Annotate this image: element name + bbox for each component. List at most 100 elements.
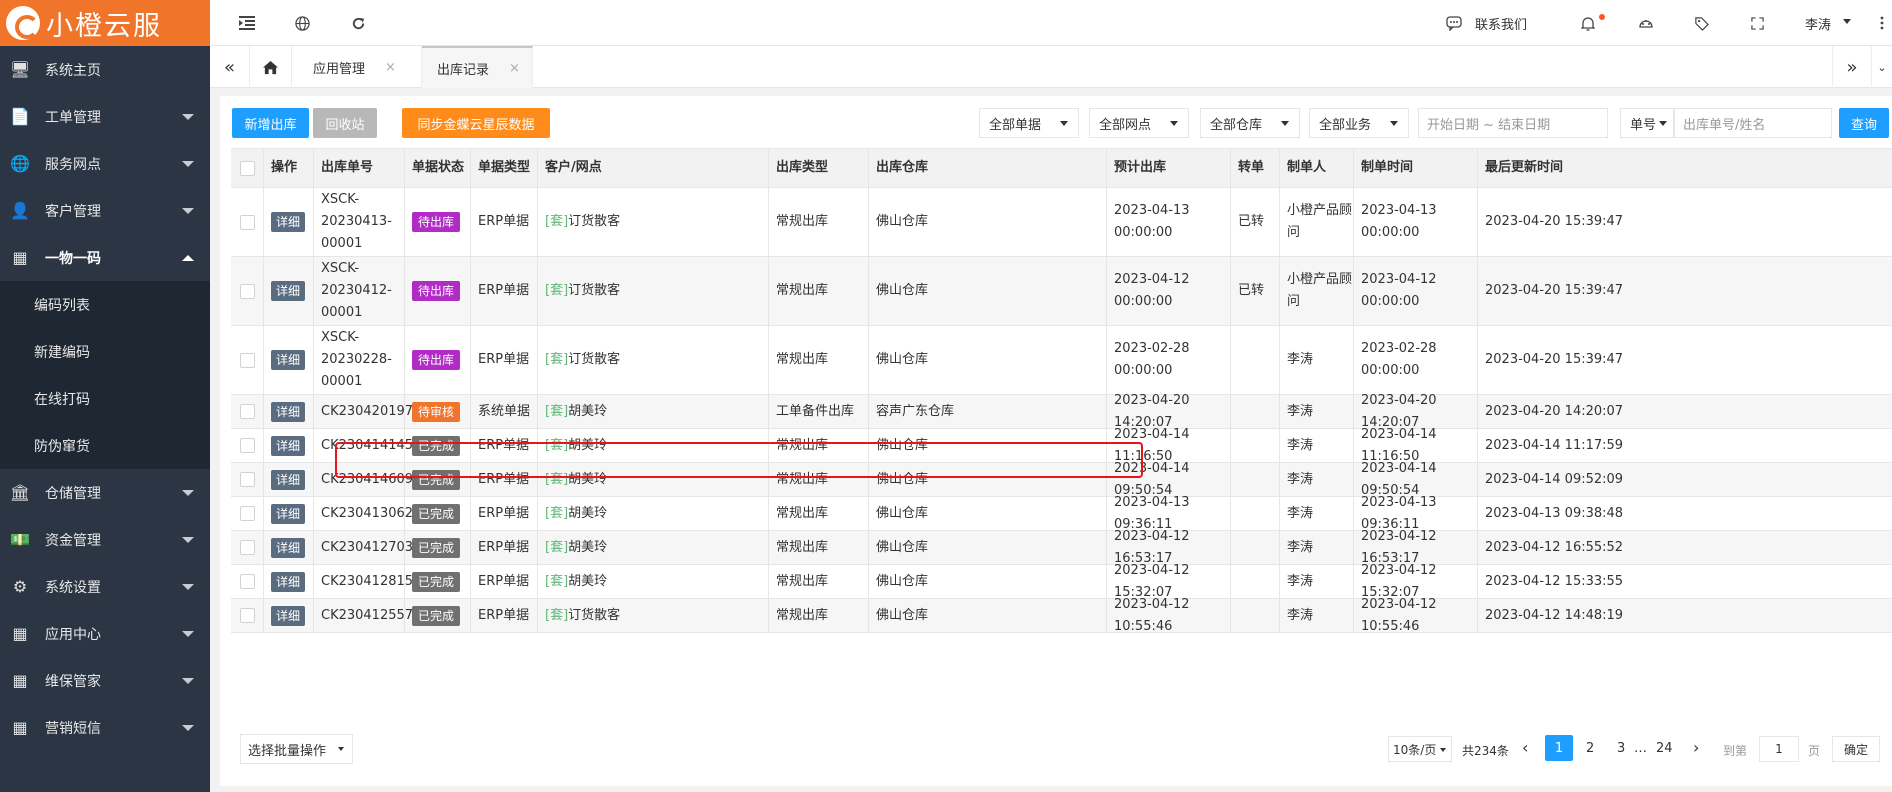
select-all-checkbox[interactable] <box>239 160 255 176</box>
page-button-2[interactable]: 2 <box>1586 741 1594 756</box>
row-checkbox[interactable] <box>239 404 255 419</box>
sidebar-item[interactable]: ▦ 营销短信 <box>0 704 210 751</box>
query-button[interactable]: 查询 <box>1839 108 1889 138</box>
next-page-icon[interactable]: › <box>1693 738 1699 757</box>
page-button-3[interactable]: 3 <box>1617 741 1625 756</box>
bell-icon[interactable] <box>1578 13 1598 33</box>
batch-action-select[interactable]: 选择批量操作 <box>240 734 353 764</box>
close-icon[interactable]: × <box>385 60 396 75</box>
row-checkbox[interactable] <box>239 352 255 368</box>
search-field-select[interactable]: 单号 <box>1620 108 1674 138</box>
detail-button[interactable]: 详细 <box>271 537 306 558</box>
globe-icon[interactable] <box>292 13 312 33</box>
sidebar-item[interactable]: ▦ 维保管家 <box>0 657 210 704</box>
row-checkbox[interactable] <box>239 506 255 521</box>
table-row[interactable]: 详细 CK2304201978 待审核 系统单据 [套] 胡美玲 工单备件出库 容声广东仓库 2… <box>231 393 1892 430</box>
refresh-icon[interactable] <box>348 13 368 33</box>
sidebar-subitem[interactable]: 在线打码 <box>0 375 210 422</box>
sidebar-subitem[interactable]: 编码列表 <box>0 281 210 328</box>
tab-app-management[interactable]: 应用管理 × <box>292 46 422 88</box>
sidebar-subitem[interactable]: 防伪窜货 <box>0 422 210 469</box>
cell-status: 待出库 <box>405 326 471 394</box>
date-range-input[interactable]: 开始日期 ~ 结束日期 <box>1418 108 1608 138</box>
detail-button[interactable]: 详细 <box>271 212 306 232</box>
detail-button[interactable]: 详细 <box>271 401 306 422</box>
goto-confirm-button[interactable]: 确定 <box>1832 736 1880 762</box>
row-checkbox[interactable] <box>239 608 255 623</box>
cell-doc-type: ERP单据 <box>471 188 538 256</box>
goto-page-input[interactable]: 1 <box>1759 736 1799 762</box>
search-input[interactable]: 出库单号/姓名 <box>1674 108 1832 138</box>
cell-checkbox <box>231 188 264 256</box>
table-row[interactable]: 详细 CK2304128159 已完成 ERP单据 [套] 胡美玲 常规出库 佛山仓库 2023… <box>231 563 1892 600</box>
cell-status: 待审核 <box>405 395 471 428</box>
tab-outbound-records[interactable]: 出库记录 × <box>422 46 533 88</box>
tag-icon[interactable] <box>1691 13 1711 33</box>
tabs-menu-chevron-icon[interactable]: ⌄ <box>1872 46 1892 88</box>
sidebar-item[interactable]: ▦ 一物一码 <box>0 234 210 281</box>
row-checkbox[interactable] <box>239 574 255 589</box>
brand-name: 小橙云服 <box>46 10 162 42</box>
detail-button[interactable]: 详细 <box>271 281 306 301</box>
doc-filter-select[interactable]: 全部单据 <box>979 108 1079 138</box>
outbound-no[interactable]: XSCK- 20230413- 00001 <box>321 189 392 255</box>
outbound-no[interactable]: XSCK- 20230228- 00001 <box>321 327 392 393</box>
sidebar-subitem[interactable]: 新建编码 <box>0 328 210 375</box>
detail-button[interactable]: 详细 <box>271 605 306 626</box>
row-checkbox[interactable] <box>239 283 255 299</box>
sidebar-item[interactable]: 📄 工单管理 <box>0 93 210 140</box>
more-vertical-icon[interactable] <box>1872 13 1892 33</box>
outbound-no-line: 20230413- <box>321 214 392 229</box>
row-checkbox[interactable] <box>239 214 255 230</box>
sidebar-item[interactable]: 🖥 系统主页 <box>0 46 210 93</box>
sidebar-item[interactable]: 👤 客户管理 <box>0 187 210 234</box>
table-row[interactable]: 详细 CK2304125577 已完成 ERP单据 [套] 订货散客 常规出库 佛山仓库 202… <box>231 597 1892 634</box>
tabs-scroll-left-icon[interactable]: « <box>210 46 250 88</box>
tabs-scroll-right-icon[interactable]: » <box>1832 46 1872 88</box>
sync-kingdee-button[interactable]: 同步金蝶云星辰数据 <box>402 108 550 138</box>
detail-button[interactable]: 详细 <box>271 435 306 456</box>
detail-button[interactable]: 详细 <box>271 469 306 490</box>
warehouse-filter-select[interactable]: 全部仓库 <box>1200 108 1300 138</box>
page-button-current[interactable]: 1 <box>1545 735 1573 761</box>
fullscreen-icon[interactable] <box>1747 13 1767 33</box>
add-outbound-button[interactable]: 新增出库 <box>232 108 309 138</box>
page-ellipsis: … <box>1634 741 1647 756</box>
cell-updated-time: 2023-04-20 15:39:47 <box>1485 352 1624 367</box>
page-button-24[interactable]: 24 <box>1656 741 1673 756</box>
table-row[interactable]: 详细 XSCK- 20230412- 00001 待出库 ERP单据 [套] 订货散客 常规出库… <box>231 257 1892 326</box>
palette-icon[interactable] <box>1636 13 1656 33</box>
brand-logo[interactable]: 小橙云服 <box>0 0 210 46</box>
outbound-no[interactable]: XSCK- 20230412- 00001 <box>321 258 392 324</box>
cell-checkbox <box>231 463 264 496</box>
row-checkbox[interactable] <box>239 540 255 555</box>
cell-customer: [套] 订货散客 <box>538 188 769 256</box>
table-row[interactable]: 详细 CK2304127032 已完成 ERP单据 [套] 胡美玲 常规出库 佛山仓库 2023… <box>231 529 1892 566</box>
site-filter-select[interactable]: 全部网点 <box>1089 108 1189 138</box>
user-chevron-down-icon[interactable] <box>1843 19 1851 24</box>
contact-us-link[interactable]: 联系我们 <box>1475 14 1527 33</box>
detail-button[interactable]: 详细 <box>271 350 306 370</box>
sidebar-item[interactable]: ▦ 应用中心 <box>0 610 210 657</box>
row-checkbox[interactable] <box>239 472 255 487</box>
close-icon[interactable]: × <box>509 61 520 76</box>
sidebar-item[interactable]: 💵 资金管理 <box>0 516 210 563</box>
sidebar-item[interactable]: ⚙ 系统设置 <box>0 563 210 610</box>
table-row[interactable]: 详细 XSCK- 20230228- 00001 待出库 ERP单据 [套] 订货散客 常规出库… <box>231 326 1892 395</box>
collapse-menu-icon[interactable] <box>237 13 257 33</box>
page-size-select[interactable]: 10条/页 <box>1388 736 1452 762</box>
sidebar-item[interactable]: 🏛 仓储管理 <box>0 469 210 516</box>
detail-button[interactable]: 详细 <box>271 571 306 592</box>
row-checkbox[interactable] <box>239 438 255 453</box>
chat-icon[interactable] <box>1444 13 1464 33</box>
user-menu[interactable]: 李涛 <box>1805 14 1831 33</box>
business-filter-select[interactable]: 全部业务 <box>1309 108 1409 138</box>
recycle-bin-button[interactable]: 回收站 <box>313 108 377 138</box>
table-row[interactable]: 详细 CK2304130629 已完成 ERP单据 [套] 胡美玲 常规出库 佛山仓库 2023… <box>231 495 1892 532</box>
cell-outbound-no: XSCK- 20230413- 00001 <box>314 188 405 256</box>
sidebar-item[interactable]: 🌐 服务网点 <box>0 140 210 187</box>
detail-button[interactable]: 详细 <box>271 503 306 524</box>
table-row[interactable]: 详细 XSCK- 20230413- 00001 待出库 ERP单据 [套] 订货散客 常规出库… <box>231 188 1892 257</box>
prev-page-icon[interactable]: ‹ <box>1522 738 1528 757</box>
home-tab[interactable] <box>250 46 292 88</box>
